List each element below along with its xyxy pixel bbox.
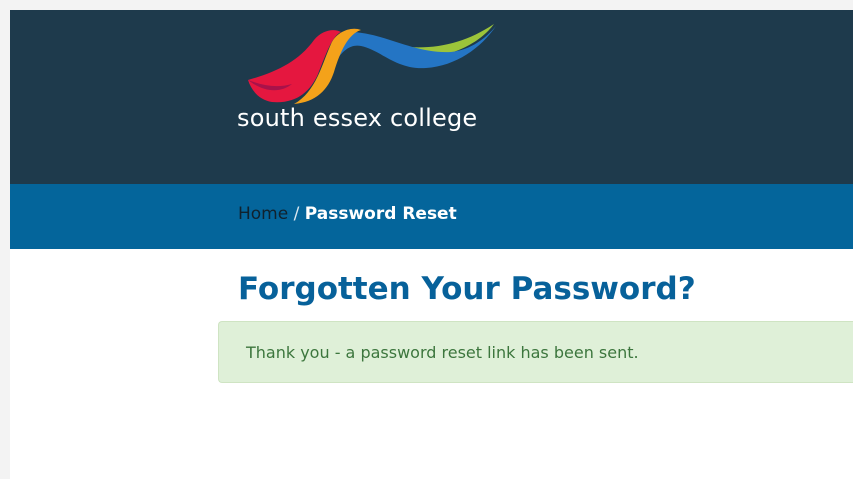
breadcrumb-bar: Home / Password Reset bbox=[10, 184, 853, 249]
breadcrumb: Home / Password Reset bbox=[238, 204, 457, 224]
success-alert: Thank you - a password reset link has be… bbox=[218, 321, 853, 383]
college-logo-icon bbox=[248, 24, 496, 104]
breadcrumb-separator: / bbox=[293, 204, 305, 224]
alert-message: Thank you - a password reset link has be… bbox=[246, 343, 639, 362]
page: south essex college Home / Password Rese… bbox=[10, 10, 853, 479]
breadcrumb-current: Password Reset bbox=[304, 204, 457, 224]
logo-text: south essex college bbox=[237, 104, 478, 132]
site-header: south essex college bbox=[10, 10, 853, 184]
page-title: Forgotten Your Password? bbox=[238, 271, 696, 307]
breadcrumb-home-link[interactable]: Home bbox=[238, 204, 288, 224]
